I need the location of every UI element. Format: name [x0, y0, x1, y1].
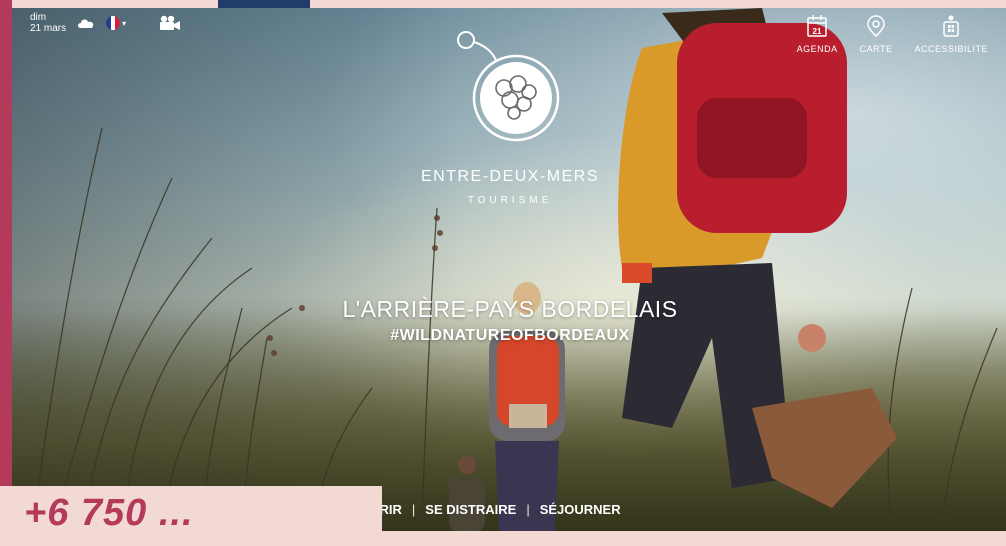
top-frame — [0, 0, 1006, 8]
main-menu: ...VRIR | SE DISTRAIRE | SÉJOURNER — [360, 502, 621, 517]
nav-carte[interactable]: CARTE — [860, 14, 893, 54]
brand-subtitle: TOURISME — [467, 195, 553, 206]
nav-carte-label: CARTE — [859, 44, 893, 54]
date-display: dim 21 mars — [30, 12, 66, 34]
map-pin-icon — [867, 15, 885, 37]
language-selector[interactable]: ▾ — [106, 16, 126, 30]
date-month: 21 mars — [30, 23, 67, 34]
french-flag-icon — [106, 16, 121, 30]
menu-item-se-distraire[interactable]: SE DISTRAIRE — [425, 502, 516, 517]
date-day: dim — [30, 12, 47, 23]
hero-hashtag: #WILDNATUREOFBORDEAUX — [390, 327, 630, 344]
menu-item-sejourner[interactable]: SÉJOURNER — [540, 502, 621, 517]
calendar-icon: 21 — [807, 15, 827, 37]
left-frame — [0, 0, 12, 531]
menu-separator: | — [526, 502, 530, 517]
overlay-stat-text: +6 750 ... — [24, 492, 194, 534]
nav-accessibilite-label: ACCESSIBILITE — [914, 44, 988, 54]
top-navigation: 21 AGENDA CARTE ACCESSIBILITE — [797, 14, 988, 54]
hero-headline: L'ARRIÈRE-PAYS BORDELAIS — [342, 296, 678, 322]
video-camera-icon[interactable] — [158, 15, 182, 31]
top-frame-tab — [218, 0, 310, 8]
hiker-main-illustration — [618, 8, 897, 508]
chevron-down-icon: ▾ — [122, 18, 127, 28]
nav-accessibilite[interactable]: ACCESSIBILITE — [914, 14, 988, 54]
weather-language-bar: dim 21 mars ▾ — [30, 12, 182, 34]
hiker-small-illustration — [449, 456, 485, 531]
cloud-icon — [78, 19, 94, 28]
accessibility-icon — [943, 15, 959, 37]
brand-name: ENTRE-DEUX-MERS — [420, 168, 600, 185]
nav-agenda[interactable]: 21 AGENDA — [797, 14, 838, 54]
menu-separator: | — [411, 502, 416, 517]
brand-logo[interactable] — [436, 30, 576, 142]
calendar-day: 21 — [813, 27, 822, 36]
nav-agenda-label: AGENDA — [796, 44, 838, 54]
